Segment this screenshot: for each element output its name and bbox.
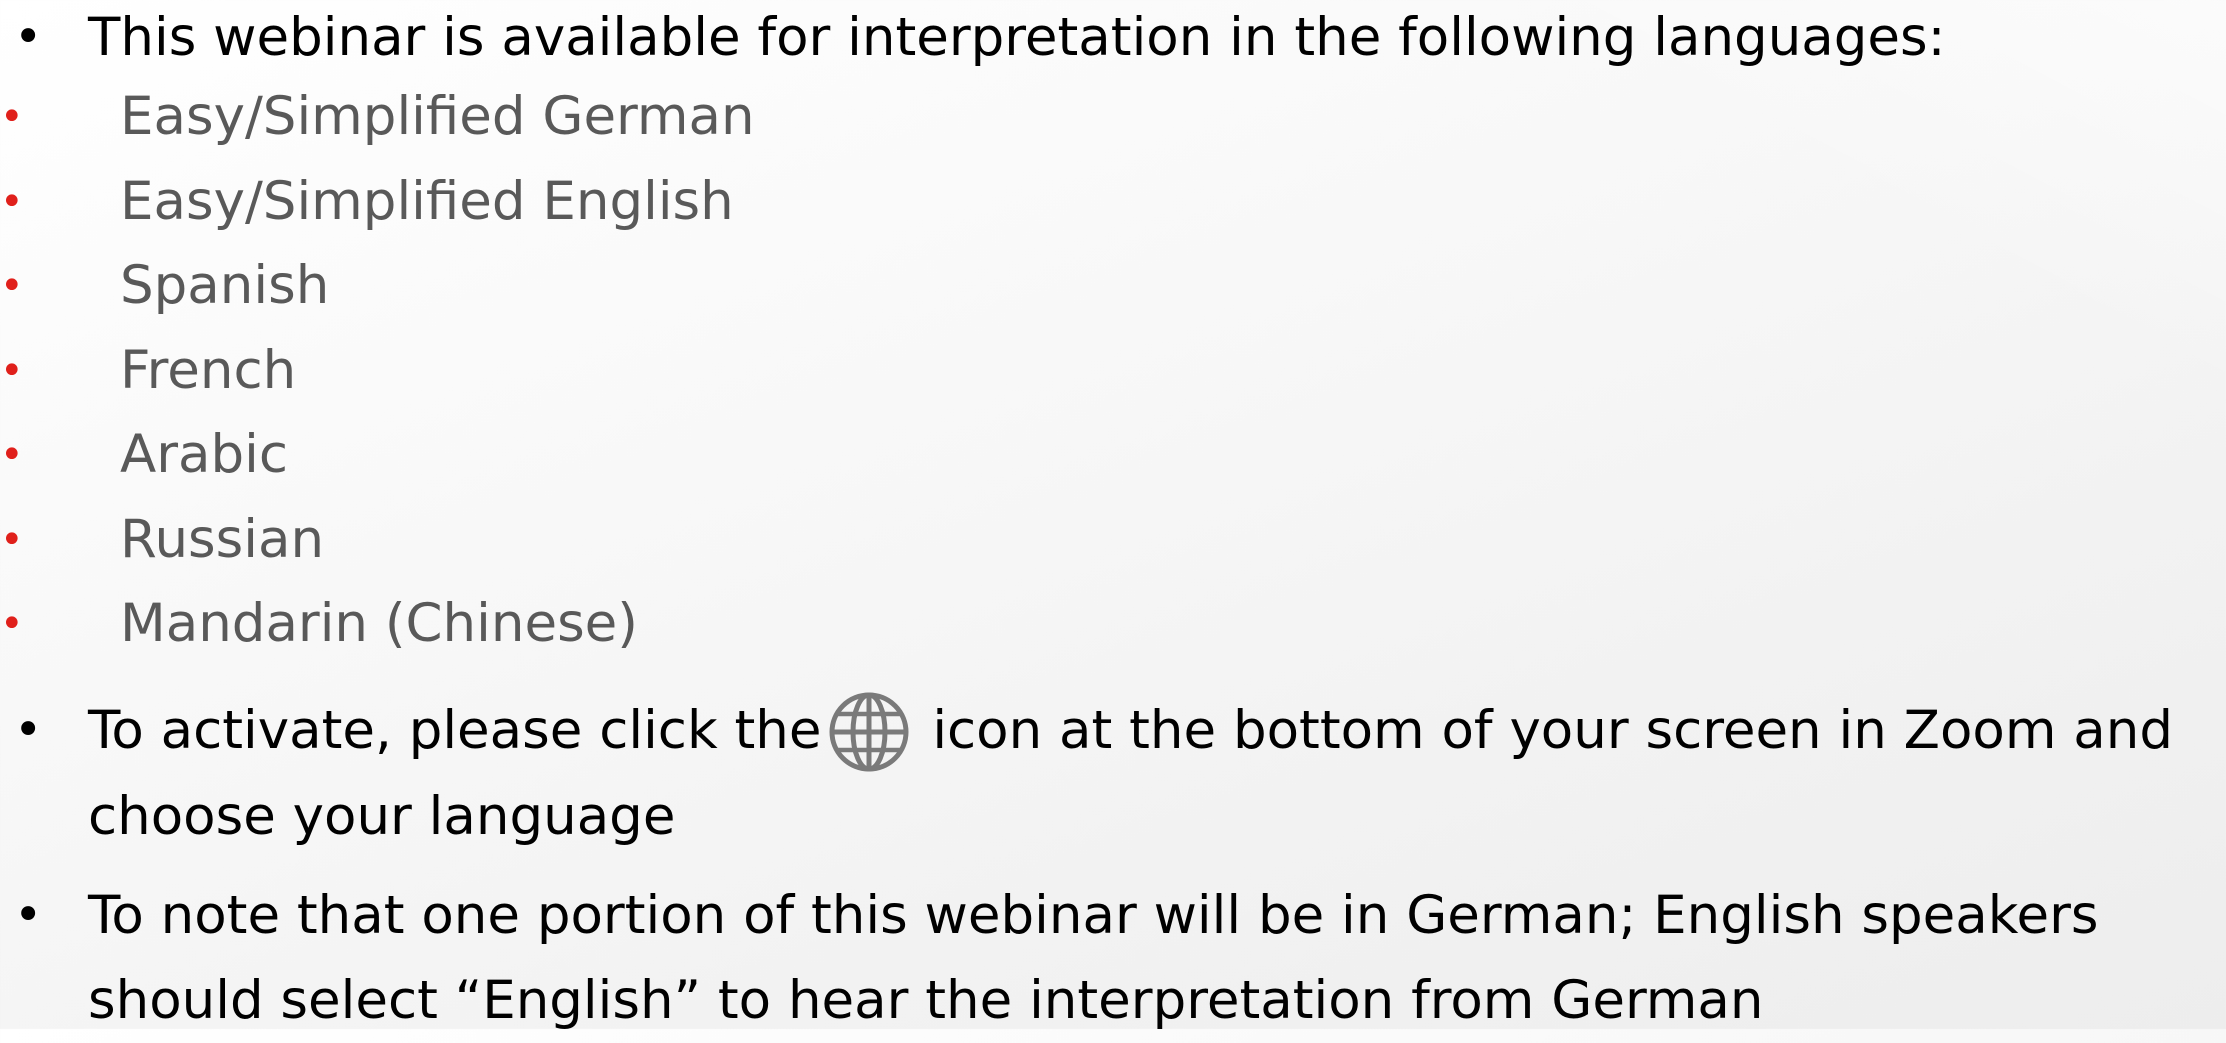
language-label: Arabic bbox=[120, 424, 289, 485]
language-label: Spanish bbox=[120, 255, 330, 316]
language-label: Russian bbox=[120, 508, 325, 570]
sub-bullet-dot: • bbox=[0, 601, 24, 647]
globe-icon bbox=[829, 692, 909, 772]
bullet-dot: • bbox=[14, 887, 43, 943]
bullet-text: This webinar is available for interpreta… bbox=[88, 7, 1946, 68]
language-label: Easy/Simplified German bbox=[120, 86, 755, 147]
sub-bullet-dot: • bbox=[0, 347, 24, 394]
bullet-german-portion-note: • To note that one portion of this webin… bbox=[0, 873, 2226, 1043]
sub-bullet-dot: • bbox=[0, 432, 24, 478]
bullet-text: To note that one portion of this webinar… bbox=[88, 885, 2099, 1031]
language-label: Easy/Simplified English bbox=[120, 170, 734, 232]
bullet-dot: • bbox=[14, 702, 43, 758]
bullet-activate-instructions: • To activate, please click the icon at … bbox=[0, 688, 2226, 859]
language-item: • Easy/Simplified English bbox=[0, 160, 755, 245]
language-item: • Easy/Simplified German bbox=[0, 75, 755, 160]
sub-bullet-dot: • bbox=[0, 94, 24, 140]
language-item: • French bbox=[0, 329, 755, 414]
language-item: • Arabic bbox=[0, 413, 755, 498]
language-label: Mandarin (Chinese) bbox=[120, 593, 638, 654]
sub-bullet-dot: • bbox=[0, 516, 24, 563]
sub-bullet-dot: • bbox=[0, 178, 24, 225]
language-list: • Easy/Simplified German • Easy/Simplifi… bbox=[0, 75, 755, 667]
language-label: French bbox=[120, 339, 297, 401]
language-item: • Russian bbox=[0, 498, 755, 583]
bullet-languages-available: • This webinar is available for interpre… bbox=[0, 0, 1946, 654]
bullet-dot: • bbox=[14, 9, 43, 65]
bullet-text-before-icon: To activate, please click the bbox=[88, 700, 822, 761]
sub-bullet-dot: • bbox=[0, 263, 24, 309]
language-item: • Spanish bbox=[0, 244, 755, 329]
language-item: • Mandarin (Chinese) bbox=[0, 582, 755, 667]
